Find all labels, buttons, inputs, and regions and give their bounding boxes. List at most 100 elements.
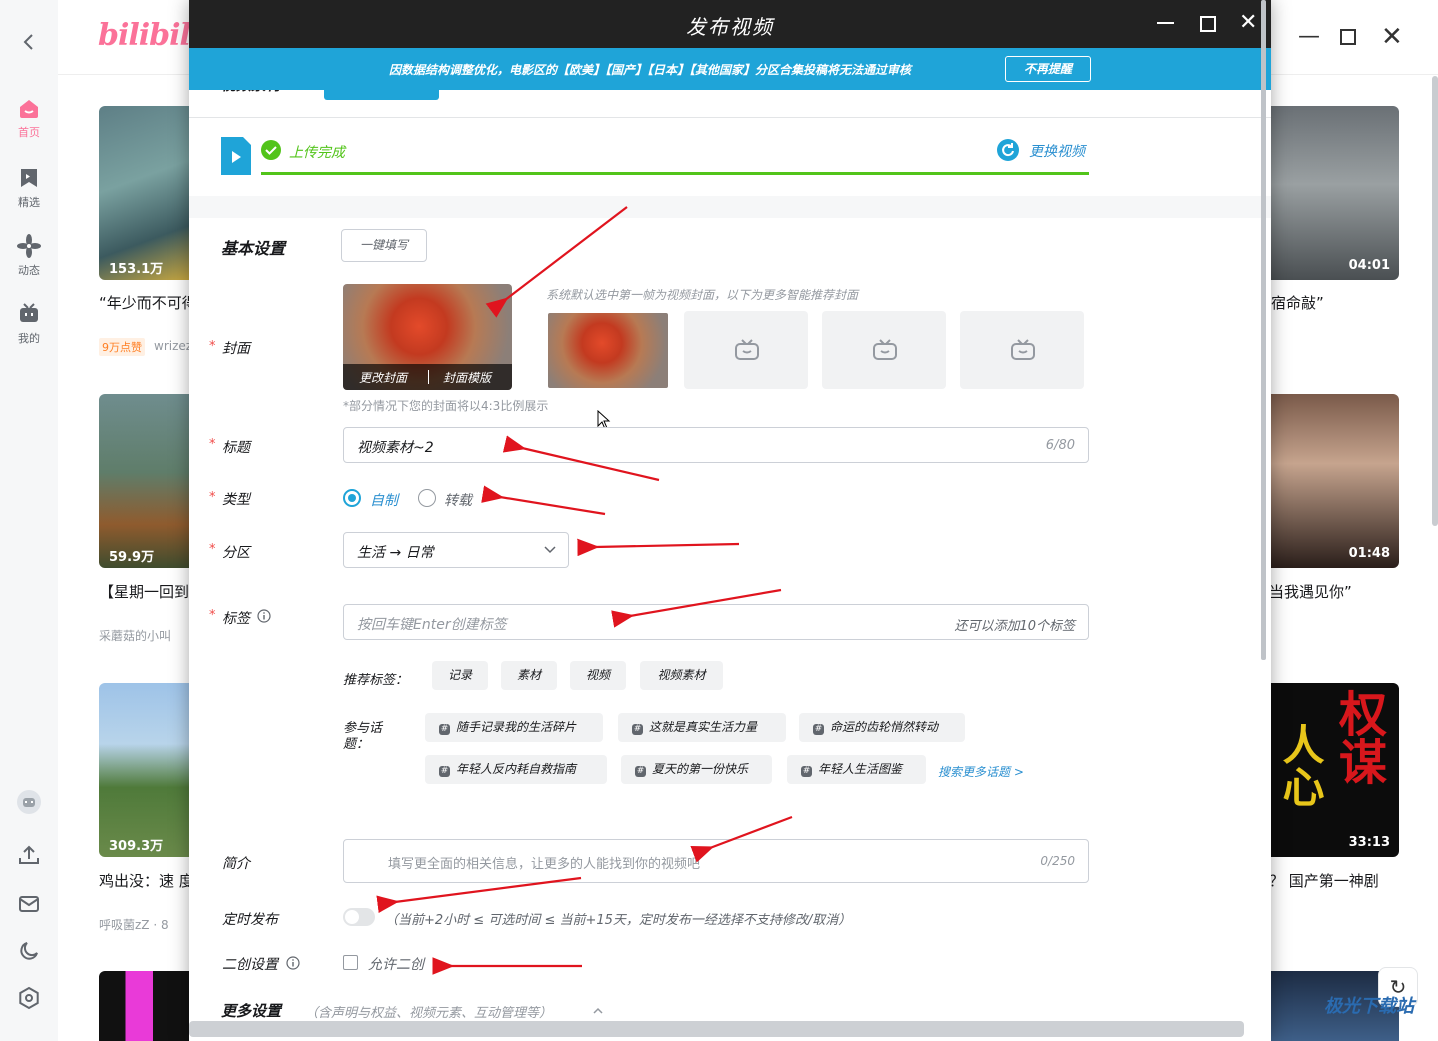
recommended-tag[interactable]: 视频素材 [640, 661, 723, 690]
video-author[interactable]: 呼吸菌zZ · 8 [99, 916, 189, 933]
intro-textarea[interactable]: 填写更全面的相关信息，让更多的人能找到你的视频吧 0/250 [343, 839, 1089, 883]
app-minimize-button[interactable]: — [1298, 24, 1320, 49]
suggested-cover-placeholder[interactable] [960, 311, 1084, 389]
dialog-titlebar: 发布视频 ✕ [189, 0, 1271, 48]
nav-item-featured[interactable]: 精选 [0, 166, 58, 210]
video-title[interactable]: 当我遇见你” [1269, 581, 1352, 602]
chevron-down-icon [544, 546, 556, 554]
topic-chip[interactable]: # 年轻人生活图鉴 [787, 755, 926, 784]
topic-chip[interactable]: # 夏天的第一份快乐 [621, 755, 772, 784]
required-mark: * [209, 437, 216, 452]
type-label: 类型 [222, 492, 250, 508]
video-title[interactable]: 鸡出没：速 度 [99, 870, 189, 891]
chevron-up-icon[interactable] [593, 1007, 603, 1014]
dark-mode-button[interactable] [0, 939, 58, 963]
bookmark-icon [21, 169, 37, 187]
category-select[interactable]: 生活 → 日常 [343, 532, 569, 568]
fan-icon [17, 234, 41, 258]
back-button[interactable] [0, 30, 58, 54]
divider [428, 370, 429, 384]
topic-chip[interactable]: # 随手记录我的生活碎片 [425, 713, 603, 742]
title-input[interactable]: 视频素材~2 6/80 [343, 427, 1089, 463]
nav-item-dynamic[interactable]: 动态 [0, 234, 58, 278]
required-mark: * [209, 490, 216, 505]
nav-item-mine[interactable]: 我的 [0, 302, 58, 346]
allow-derivative-checkbox[interactable] [343, 955, 358, 970]
messages-button[interactable] [0, 892, 58, 916]
title-value: 视频素材~2 [357, 440, 434, 456]
suggested-cover[interactable] [548, 313, 668, 388]
video-title[interactable]: ？ 国产第一神剧 [1269, 870, 1379, 891]
section-gap [189, 196, 1271, 218]
suggested-cover-placeholder[interactable] [822, 311, 946, 389]
dialog-minimize-button[interactable] [1157, 22, 1174, 24]
required-mark: * [209, 339, 216, 354]
topic-chip[interactable]: # 年轻人反内耗自救指南 [425, 755, 607, 784]
nav-label-dynamic: 动态 [18, 264, 40, 277]
poster-text: 权谋 [1330, 689, 1386, 785]
video-thumbnail[interactable]: 01:48 [1250, 394, 1399, 568]
app-close-button[interactable]: ✕ [1381, 22, 1403, 52]
hashtag-icon: # [635, 766, 646, 777]
tv-icon [20, 303, 38, 322]
horizontal-scrollbar[interactable] [189, 1021, 1244, 1037]
info-icon[interactable] [257, 609, 271, 623]
video-thumbnail[interactable]: 权谋 人心 33:13 [1250, 683, 1399, 857]
recommended-tag[interactable]: 视频 [570, 661, 626, 690]
schedule-toggle[interactable] [343, 908, 375, 926]
dialog-maximize-button[interactable] [1200, 16, 1216, 32]
type-repost-radio[interactable] [418, 489, 436, 507]
tags-input[interactable]: 按回车键Enter创建标签 还可以添加10个标签 [343, 604, 1089, 640]
settings-button[interactable] [0, 986, 58, 1010]
user-avatar[interactable] [0, 790, 58, 814]
upload-status: 上传完成 [289, 145, 345, 161]
recommended-tag[interactable]: 素材 [501, 661, 557, 690]
autofill-button[interactable]: 一键填写 [341, 229, 427, 262]
replace-video-link[interactable]: 更换视频 [1029, 141, 1085, 161]
dismiss-notice-button[interactable]: 不再提醒 [1005, 56, 1091, 82]
intro-char-count: 0/250 [1040, 854, 1075, 868]
hashtag-icon: # [801, 766, 812, 777]
tv-icon [735, 339, 759, 360]
topic-text: 这就是真实生活力量 [649, 720, 758, 734]
intro-label: 简介 [222, 856, 250, 872]
topic-chip[interactable]: # 命运的齿轮悄然转动 [799, 713, 965, 742]
change-cover-button[interactable]: 更改封面 [359, 369, 407, 386]
more-settings-heading[interactable]: 更多设置 [221, 1000, 281, 1021]
video-title[interactable]: 【星期一回到学 [99, 581, 189, 602]
upload-progress-fill [261, 172, 1089, 175]
upload-button[interactable] [0, 843, 58, 867]
cover-hint: 系统默认选中第一帧为视频封面，以下为更多智能推荐封面 [546, 288, 859, 302]
app-maximize-button[interactable] [1340, 29, 1356, 45]
likes-badge: 9万点赞 [99, 338, 145, 356]
recommended-tag[interactable]: 记录 [432, 661, 488, 690]
notice-banner: 因数据结构调整优化，电影区的【欧美】【国产】【日本】【其他国家】分区合集投稿将无… [189, 48, 1271, 90]
poster-text: 人心 [1276, 723, 1325, 807]
schedule-hint: （当前+2小时 ≤ 可选时间 ≤ 当前+15天，定时发布一经选择不支持修改/取消… [385, 913, 852, 928]
video-title[interactable]: “年少而不可得 [99, 292, 189, 313]
topic-text: 夏天的第一份快乐 [652, 762, 749, 776]
nav-item-home[interactable]: 首页 [0, 96, 58, 140]
type-original-radio[interactable] [343, 489, 361, 507]
dialog-scrollbar[interactable] [1261, 0, 1266, 660]
dialog-close-button[interactable]: ✕ [1239, 10, 1257, 35]
video-author[interactable]: 采蘑菇的小叫 [99, 627, 189, 644]
video-title[interactable]: 宿命敲” [1271, 292, 1324, 313]
more-topics-link[interactable]: 搜索更多话题 > [938, 763, 1024, 780]
cover-template-button[interactable]: 封面模版 [443, 369, 491, 386]
topic-chip[interactable]: # 这就是真实生活力量 [618, 713, 786, 742]
page-scrollbar[interactable] [1432, 76, 1438, 526]
info-icon[interactable] [286, 956, 300, 970]
video-author[interactable]: wrizez [154, 339, 189, 353]
type-repost-label[interactable]: 转载 [444, 490, 472, 510]
suggested-cover-placeholder[interactable] [684, 311, 808, 389]
video-thumbnail[interactable]: 04:01 [1250, 106, 1399, 280]
type-original-label[interactable]: 自制 [370, 490, 398, 510]
tags-placeholder: 按回车键Enter创建标签 [357, 617, 507, 633]
divider [189, 117, 1271, 118]
play-count: 59.9万 [109, 550, 155, 565]
video-duration: 01:48 [1348, 546, 1390, 561]
allow-derivative-label[interactable]: 允许二创 [368, 954, 424, 974]
cover-image[interactable]: 更改封面 封面模版 [343, 284, 512, 390]
success-check-icon [261, 140, 281, 160]
